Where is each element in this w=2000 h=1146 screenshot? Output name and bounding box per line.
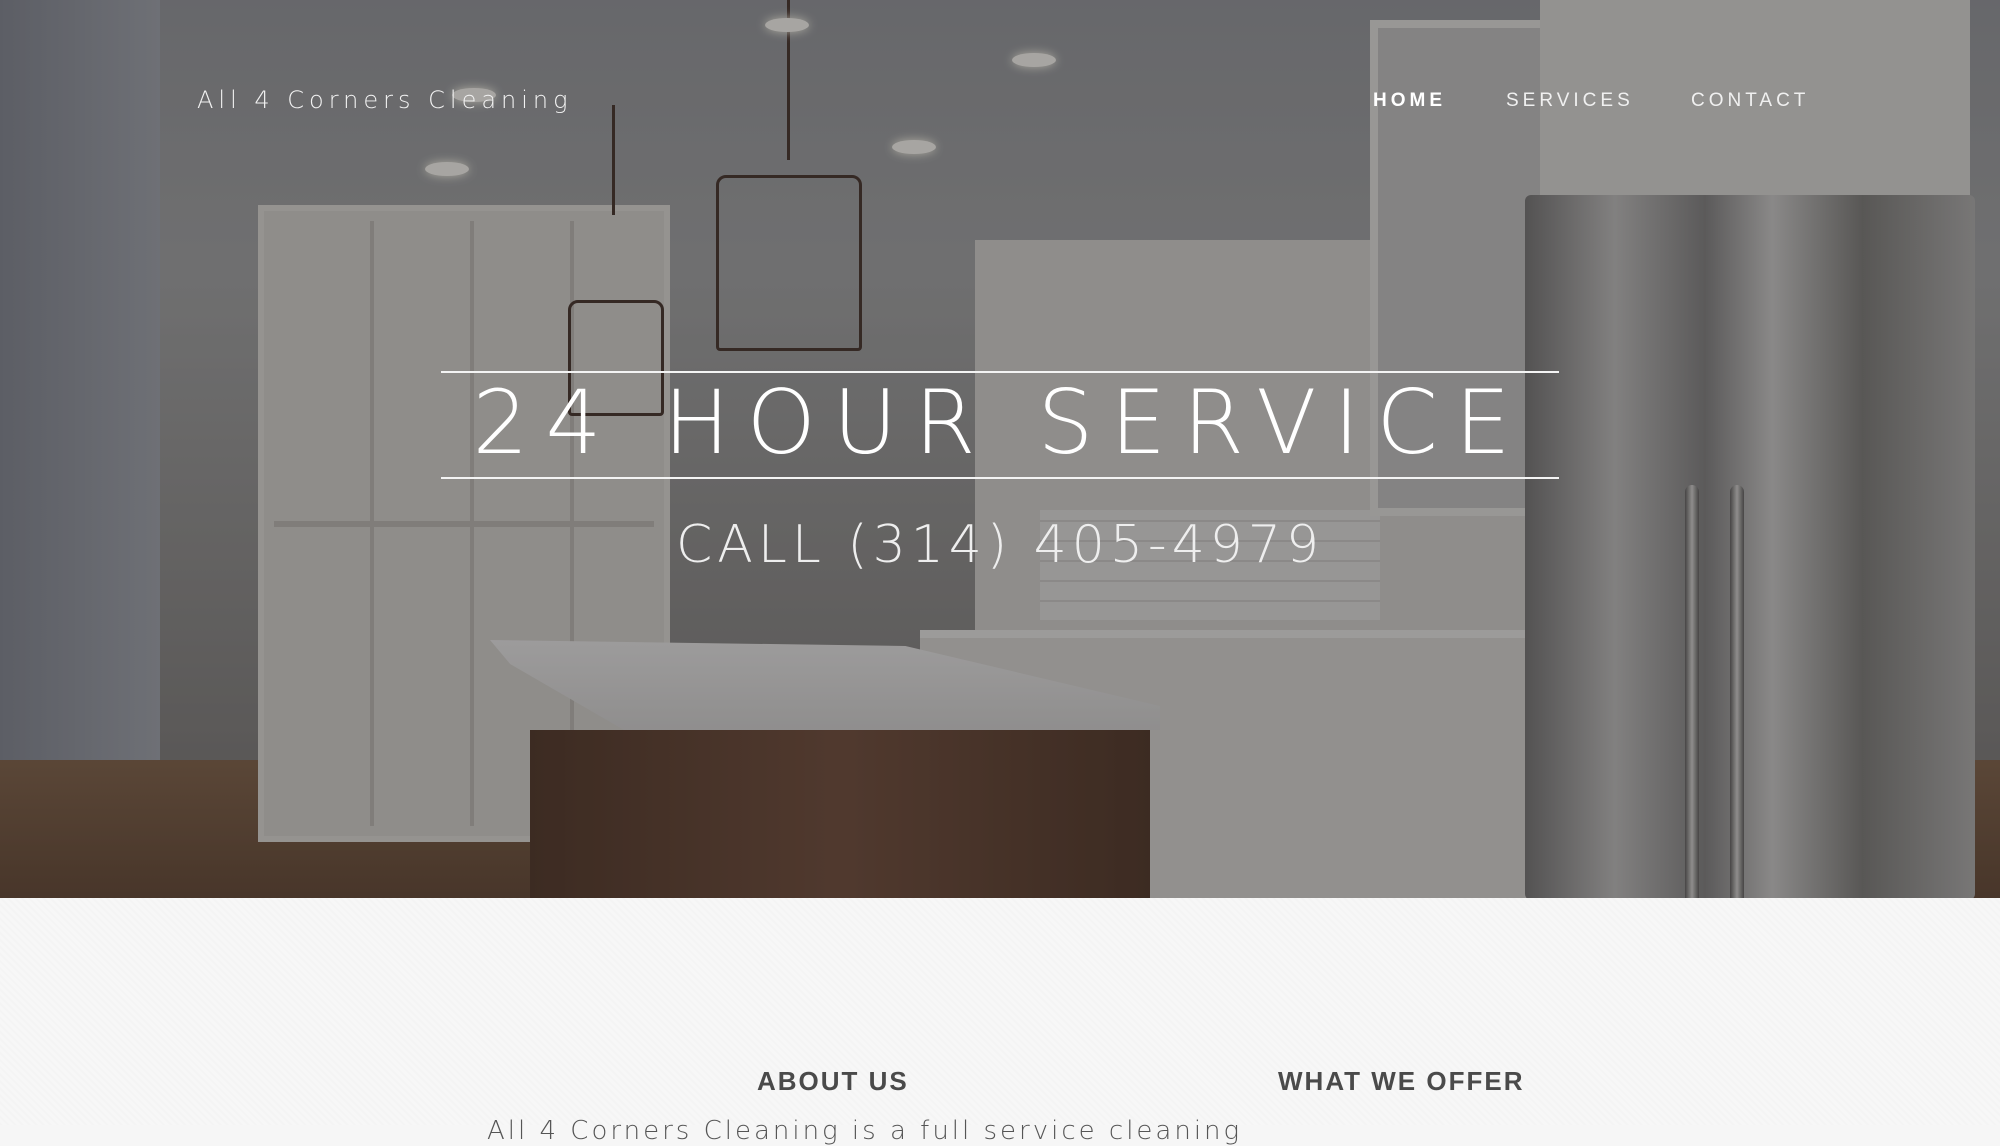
content-section: ABOUT US WHAT WE OFFER All 4 Corners Cle… — [0, 898, 2000, 1146]
nav-services-link[interactable]: SERVICES — [1506, 90, 1634, 112]
nav-home-link[interactable]: HOME — [1373, 90, 1446, 112]
hero-phone-cta[interactable]: CALL (314) 405-4979 — [0, 515, 2000, 575]
about-us-heading: ABOUT US — [757, 1066, 909, 1096]
about-us-text: All 4 Corners Cleaning is a full service… — [487, 1116, 1243, 1146]
hero-headline: 24 HOUR SERVICE — [472, 371, 1528, 474]
nav-contact-link[interactable]: CONTACT — [1691, 90, 1809, 112]
headline-frame: 24 HOUR SERVICE — [441, 371, 1559, 479]
what-we-offer-heading: WHAT WE OFFER — [1278, 1066, 1525, 1096]
main-nav: HOME SERVICES CONTACT — [0, 90, 2000, 120]
